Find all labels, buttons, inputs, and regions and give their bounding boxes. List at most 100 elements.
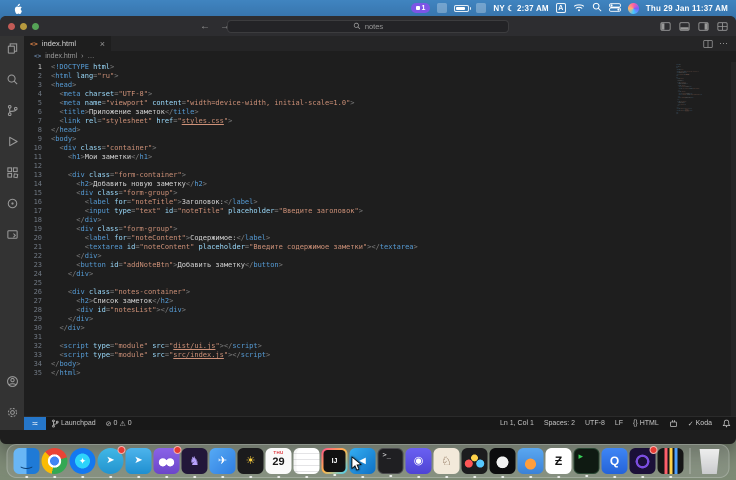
code-line[interactable]: 10 <div class="container"> [24, 144, 736, 153]
dock-app-people[interactable] [154, 448, 180, 474]
code-line[interactable]: 35</html> [24, 369, 736, 378]
dock-app-finder[interactable]: ‿ [14, 448, 40, 474]
code-line[interactable]: 28 <div id="notesList"></div> [24, 306, 736, 315]
code-line[interactable]: 21 <textarea id="noteContent" placeholde… [676, 94, 702, 96]
problems-indicator[interactable]: ⊘ 0 ⚠ 0 [101, 420, 137, 428]
code-line[interactable]: 32 <script type="module" src="dist/ui.js… [24, 342, 736, 351]
code-line[interactable]: 11 <h1>Мои заметки</h1> [24, 153, 736, 162]
code-line[interactable]: 33 <script type="module" src="src/index.… [24, 351, 736, 360]
remote-indicator[interactable]: ≍ [24, 417, 46, 430]
close-window-button[interactable] [8, 23, 15, 30]
code-line[interactable]: 29 </div> [24, 315, 736, 324]
code-line[interactable]: 31 [24, 333, 736, 342]
code-line[interactable]: 2<html lang="ru"> [24, 72, 736, 81]
code-line[interactable]: 7 <link rel="stylesheet" href="styles.cs… [24, 117, 736, 126]
code-line[interactable]: 17 <input type="text" id="noteTitle" pla… [24, 207, 736, 216]
search-icon[interactable] [6, 73, 19, 91]
code-line[interactable]: 23 <button id="addNoteBtn">Добавить заме… [24, 261, 736, 270]
language-mode[interactable]: {} HTML [628, 420, 664, 427]
dock-app-chrome[interactable] [42, 448, 68, 474]
extensions-icon[interactable] [6, 166, 19, 184]
explorer-icon[interactable] [6, 42, 19, 60]
tab-close-icon[interactable]: × [100, 39, 105, 49]
toggle-panel-icon[interactable] [679, 21, 690, 32]
apple-menu-icon[interactable] [12, 3, 23, 14]
dock-app-intellij[interactable]: IJ [322, 448, 348, 474]
code-line[interactable]: 25 [24, 279, 736, 288]
dock-app-keys[interactable] [658, 448, 684, 474]
code-line[interactable]: 8</head> [24, 126, 736, 135]
dock-app-plane[interactable]: ➤ [126, 448, 152, 474]
source-control-icon[interactable] [6, 104, 19, 122]
run-debug-icon[interactable] [6, 135, 19, 153]
code-line[interactable]: 15 <div class="form-group"> [24, 189, 736, 198]
dock-app-sun[interactable]: ☀ [238, 448, 264, 474]
code-line[interactable]: 14 <h2>Добавить новую заметку</h2> [24, 180, 736, 189]
code-line[interactable]: 17 <input type="text" id="noteTitle" pla… [676, 88, 702, 90]
branch-indicator[interactable]: Launchpad [46, 419, 101, 428]
dock-app-calendar[interactable]: 29THU [266, 448, 292, 474]
code-line[interactable]: 1<!DOCTYPE html> [24, 63, 736, 72]
formatter-status[interactable]: ✓ Koda [683, 420, 717, 428]
siri-icon[interactable] [628, 3, 639, 14]
dock-app-pet[interactable]: ♘ [434, 448, 460, 474]
dock-app-terminal[interactable]: >_ [378, 448, 404, 474]
encoding-setting[interactable]: UTF-8 [580, 420, 610, 427]
dock-app-telegram[interactable]: ➤ [98, 448, 124, 474]
zoom-window-button[interactable] [32, 23, 39, 30]
dock-app-capcut[interactable]: Ƶ [546, 448, 572, 474]
code-line[interactable]: 6 <title>Приложение заметок</title> [24, 108, 736, 117]
code-lines[interactable]: 1<!DOCTYPE html>2<html lang="ru">3<head>… [24, 62, 736, 378]
split-editor-icon[interactable] [703, 39, 713, 49]
screen-recording-badge[interactable]: 1 [411, 3, 431, 13]
eol-setting[interactable]: LF [610, 420, 628, 427]
dock-app-wizard[interactable]: ♞ [182, 448, 208, 474]
keyboard-brightness-icon[interactable] [476, 3, 486, 13]
code-line[interactable]: 18 </div> [24, 216, 736, 225]
code-line[interactable]: 20 <label for="noteContent">Содержимое:<… [24, 234, 736, 243]
notifications-bell-icon[interactable] [717, 419, 736, 428]
code-line[interactable]: 4 <meta charset="UTF-8"> [24, 90, 736, 99]
code-line[interactable]: 5 <meta name="viewport" content="width=d… [24, 99, 736, 108]
indentation-setting[interactable]: Spaces: 2 [539, 420, 580, 427]
code-line[interactable]: 16 <label for="noteTitle">Заголовок:</la… [24, 198, 736, 207]
dock-app-greencode[interactable]: ▸ [574, 448, 600, 474]
battery-icon[interactable] [454, 5, 469, 12]
dock-app-campfire[interactable] [518, 448, 544, 474]
code-line[interactable]: 9<body> [24, 135, 736, 144]
settings-gear-icon[interactable] [6, 406, 19, 424]
menu-extra-icon[interactable] [437, 3, 447, 13]
breadcrumb[interactable]: <> index.html › … [24, 51, 736, 62]
code-line[interactable]: 24 </div> [24, 270, 736, 279]
ports-icon[interactable] [664, 419, 683, 428]
customize-layout-icon[interactable] [717, 21, 728, 32]
more-actions-icon[interactable]: ⋯ [719, 38, 728, 49]
code-line[interactable]: 13 <div class="form-container"> [24, 171, 736, 180]
dock-app-orbit[interactable] [630, 448, 656, 474]
minimap[interactable]: 1<!DOCTYPE html>2<html lang="ru">3<head>… [676, 64, 702, 174]
input-source-indicator[interactable]: A [556, 3, 566, 13]
toggle-sidebar-icon[interactable] [660, 21, 671, 32]
dock-app-safari[interactable]: ✦ [70, 448, 96, 474]
code-line[interactable]: 21 <textarea id="noteContent" placeholde… [24, 243, 736, 252]
live-preview-icon[interactable] [6, 228, 19, 246]
breadcrumb-file[interactable]: index.html [45, 53, 77, 60]
code-line[interactable]: 27 <h2>Список заметок</h2> [24, 297, 736, 306]
code-line[interactable]: 26 <div class="notes-container"> [24, 288, 736, 297]
control-center-icon[interactable] [609, 3, 621, 14]
menu-bar-clock[interactable]: Thu 29 Jan 11:37 AM [646, 4, 728, 13]
dock-trash[interactable] [697, 448, 723, 474]
wifi-icon[interactable] [573, 3, 585, 14]
command-center-search[interactable]: notes [227, 20, 509, 33]
dock-app-mail[interactable]: ✈ [210, 448, 236, 474]
code-line[interactable]: 35</html> [676, 113, 702, 115]
remote-explorer-icon[interactable] [6, 197, 19, 215]
dock-app-qapp[interactable]: Q [602, 448, 628, 474]
dock-app-fist[interactable] [490, 448, 516, 474]
editor-scrollbar[interactable] [731, 62, 736, 416]
world-clock-widget[interactable]: NY ☾ 2:37 AM [493, 4, 548, 13]
code-line[interactable]: 34</body> [24, 360, 736, 369]
toggle-secondary-sidebar-icon[interactable] [698, 21, 709, 32]
code-line[interactable]: 22 </div> [24, 252, 736, 261]
code-line[interactable]: 12 [24, 162, 736, 171]
